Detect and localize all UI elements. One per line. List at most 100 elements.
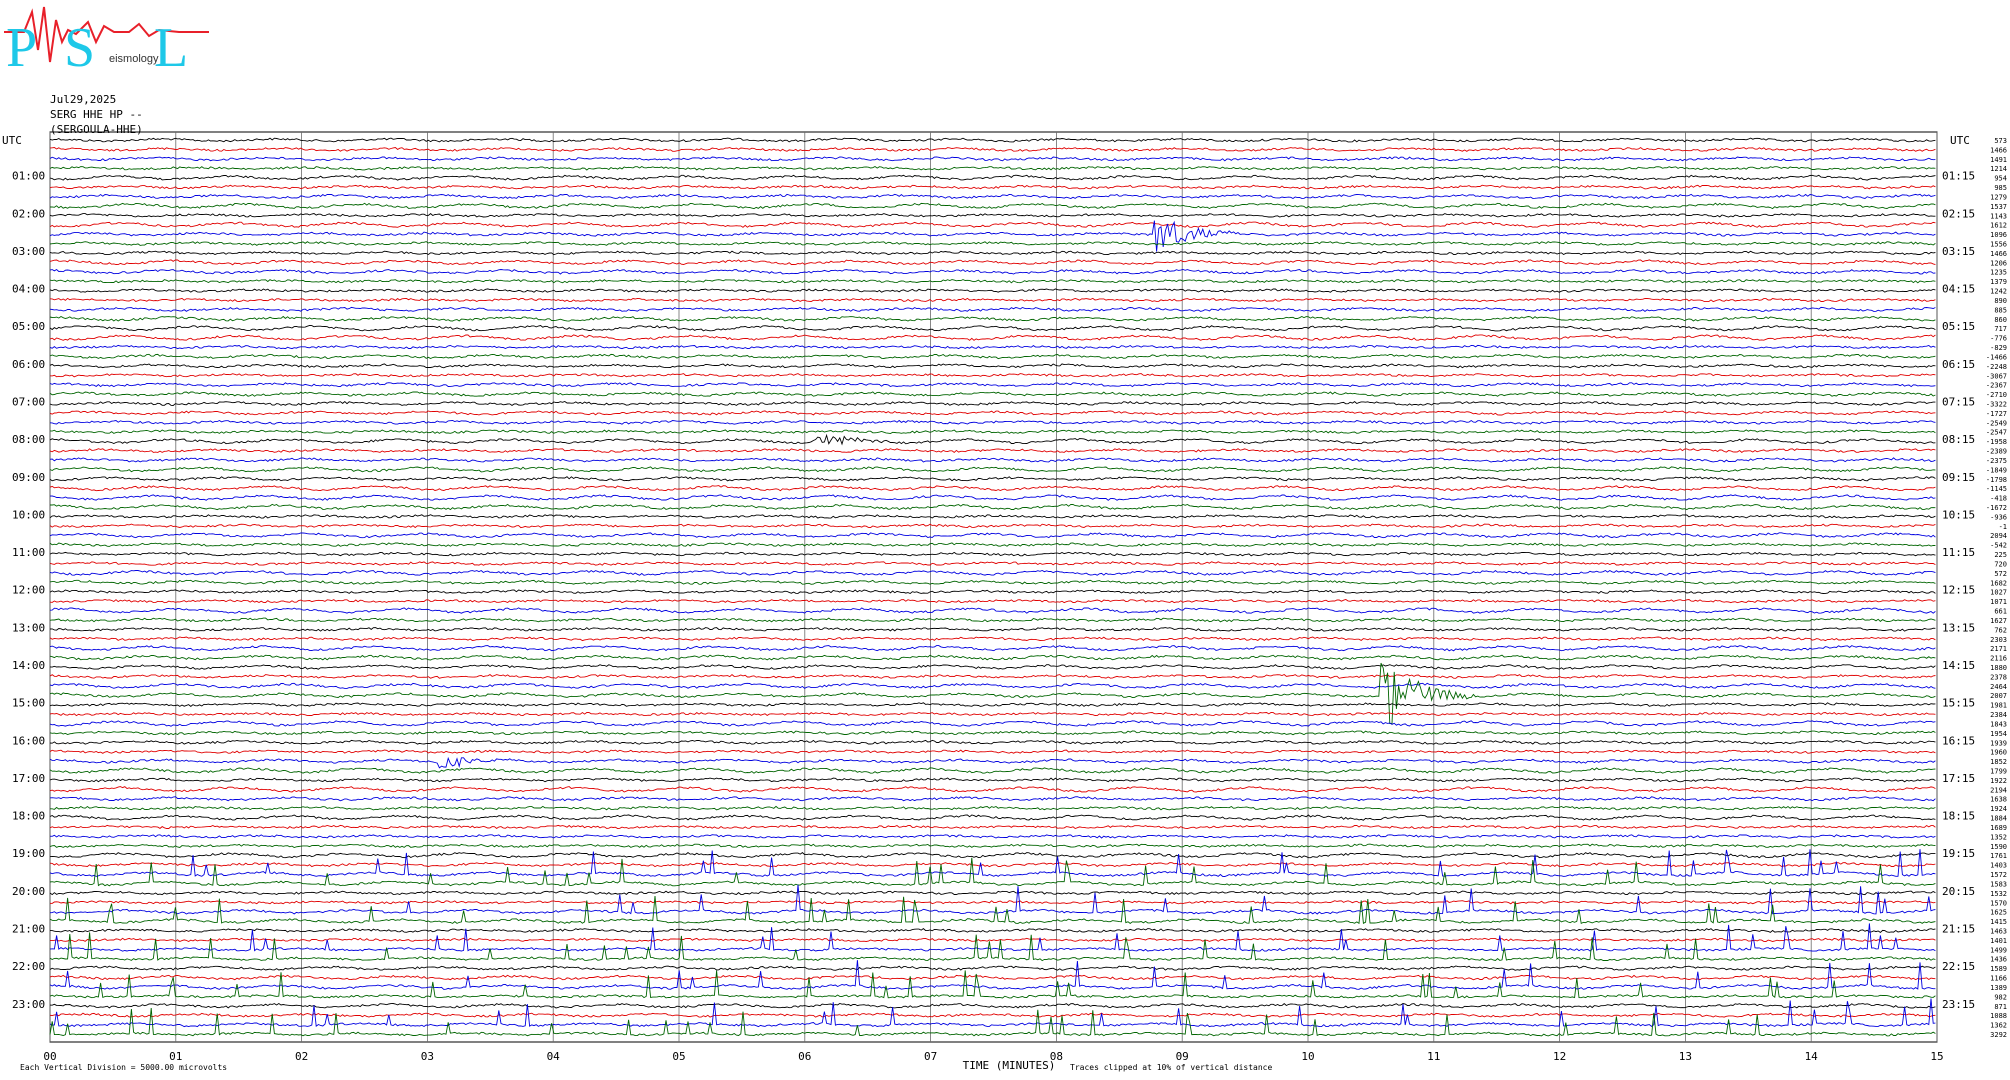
left-hour-label: 17:00 <box>12 772 45 785</box>
seismic-trace <box>49 410 1936 416</box>
right-hour-label: 10:15 <box>1942 508 1975 521</box>
seismic-trace <box>49 146 1936 152</box>
right-hour-label: 13:15 <box>1942 621 1975 634</box>
trace-value-label: 1088 <box>1990 1012 2007 1020</box>
trace-value-label: 1379 <box>1990 278 2007 286</box>
seismic-trace <box>49 857 1936 887</box>
trace-value-label: 1884 <box>1990 815 2007 823</box>
trace-value-label: 1491 <box>1990 156 2007 164</box>
trace-value-label: 1279 <box>1990 193 2007 201</box>
seismic-trace <box>49 514 1936 519</box>
seismic-trace <box>49 900 1936 905</box>
seismic-trace <box>49 777 1936 783</box>
trace-value-label: 661 <box>1994 608 2007 616</box>
seismic-trace <box>49 739 1936 745</box>
trace-value-label: 1981 <box>1990 702 2007 710</box>
plot-frame <box>49 131 1938 1043</box>
seismic-trace <box>49 268 1936 275</box>
trace-value-label: 2384 <box>1990 711 2007 719</box>
trace-value-label: -1466 <box>1986 353 2007 361</box>
trace-value-label: 2094 <box>1990 532 2007 540</box>
seismic-trace <box>49 193 1936 200</box>
seismic-trace <box>49 767 1936 774</box>
seismic-trace <box>49 824 1936 830</box>
trace-value-label: 860 <box>1994 316 2007 324</box>
seismic-trace <box>49 494 1936 501</box>
trace-value-label: 1389 <box>1990 984 2007 992</box>
trace-value-label: 762 <box>1994 626 2007 634</box>
trace-value-label: 2303 <box>1990 636 2007 644</box>
trace-value-label: -2367 <box>1986 382 2007 390</box>
seismic-trace <box>49 297 1936 303</box>
trace-value-label: 1096 <box>1990 231 2007 239</box>
right-hour-label: 15:15 <box>1942 697 1975 710</box>
trace-value-label: -2710 <box>1986 391 2007 399</box>
seismic-trace <box>49 448 1936 453</box>
seismic-trace <box>49 861 1936 868</box>
seismic-trace <box>49 532 1936 539</box>
trace-value-label: 1436 <box>1990 956 2007 964</box>
x-tick-label: 10 <box>1301 1050 1314 1063</box>
trace-value-label: 1415 <box>1990 918 2007 926</box>
left-hour-label: 06:00 <box>12 358 45 371</box>
seismic-trace <box>49 664 1936 670</box>
trace-value-label: 1682 <box>1990 579 2007 587</box>
left-hour-label: 13:00 <box>12 621 45 634</box>
seismic-trace <box>49 174 1936 181</box>
seismic-trace <box>49 400 1936 406</box>
trace-value-label: 3292 <box>1990 1031 2007 1039</box>
left-hour-label: 14:00 <box>12 659 45 672</box>
x-tick-label: 00 <box>43 1050 56 1063</box>
trace-value-label: 1466 <box>1990 250 2007 258</box>
trace-value-label: 1403 <box>1990 862 2007 870</box>
trace-value-label: -3322 <box>1986 400 2007 408</box>
x-tick-label: 06 <box>798 1050 811 1063</box>
seismic-trace <box>49 890 1936 896</box>
trace-value-label: 1235 <box>1990 269 2007 277</box>
trace-value-label: 1143 <box>1990 212 2007 220</box>
seismic-trace <box>49 523 1936 529</box>
trace-value-label: -1672 <box>1986 504 2007 512</box>
left-axis-title: UTC <box>2 134 22 147</box>
seismic-trace <box>49 626 1936 632</box>
left-hour-label: 05:00 <box>12 320 45 333</box>
trace-value-label: 1922 <box>1990 777 2007 785</box>
trace-value-label: 1960 <box>1990 749 2007 757</box>
seismic-trace <box>49 923 1936 952</box>
seismic-trace <box>49 834 1936 839</box>
trace-value-label: 1843 <box>1990 720 2007 728</box>
right-axis-title: UTC <box>1950 134 1970 147</box>
seismic-trace <box>49 654 1936 661</box>
seismic-trace <box>49 353 1936 360</box>
trace-value-label: 1638 <box>1990 796 2007 804</box>
trace-value-label: 1583 <box>1990 880 2007 888</box>
trace-value-label: -418 <box>1990 495 2007 503</box>
seismic-trace <box>49 645 1936 652</box>
right-hour-label: 14:15 <box>1942 659 1975 672</box>
trace-value-label: 1954 <box>1990 730 2007 738</box>
trace-value-label: -2547 <box>1986 429 2007 437</box>
footnote-left: Each Vertical Division = 5000.00 microvo… <box>20 1063 227 1072</box>
trace-value-label: 985 <box>1994 184 2007 192</box>
x-tick-label: 02 <box>295 1050 308 1063</box>
seismic-trace <box>49 325 1936 332</box>
x-tick-label: 05 <box>672 1050 685 1063</box>
trace-value-label: 2171 <box>1990 645 2007 653</box>
seismic-trace <box>49 344 1936 350</box>
seismic-trace <box>50 503 1936 511</box>
x-tick-label: 14 <box>1805 1050 1819 1063</box>
trace-value-label: 1362 <box>1990 1022 2007 1030</box>
trace-value-label: -1849 <box>1986 466 2007 474</box>
seismic-trace <box>49 429 1936 434</box>
footnote-right: Traces clipped at 10% of vertical distan… <box>1070 1063 1272 1072</box>
seismic-trace <box>49 579 1936 585</box>
seismic-trace <box>49 433 1936 446</box>
seismic-trace <box>49 476 1936 482</box>
seismic-trace <box>49 636 1936 642</box>
trace-value-label: 717 <box>1994 325 2007 333</box>
trace-value-label: 1924 <box>1990 805 2007 813</box>
trace-value-label: 573 <box>1994 137 2007 145</box>
seismic-trace <box>49 932 1936 962</box>
seismic-trace <box>49 363 1936 369</box>
trace-value-label: 2116 <box>1990 655 2007 663</box>
